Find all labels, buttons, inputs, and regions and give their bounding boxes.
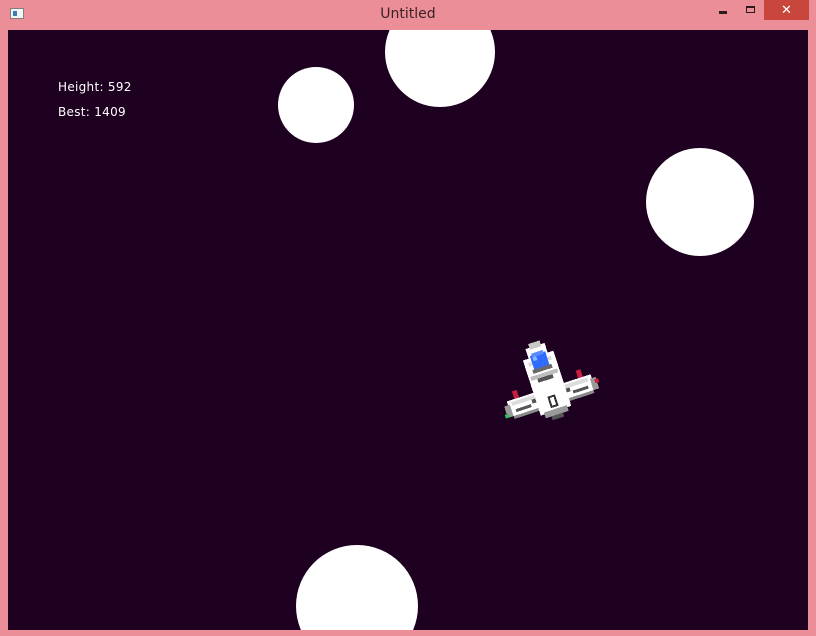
asteroid	[278, 67, 354, 143]
game-window: Untitled ✕ Height: 592 Best: 1409	[0, 0, 816, 636]
asteroid	[385, 30, 495, 107]
maximize-icon	[745, 5, 755, 13]
close-icon: ✕	[781, 2, 792, 18]
window-title: Untitled	[380, 6, 436, 22]
close-button[interactable]: ✕	[764, 0, 809, 20]
asteroid	[646, 148, 754, 256]
spaceship-sprite	[504, 340, 600, 421]
minimize-button[interactable]	[708, 0, 738, 20]
asteroid	[296, 545, 418, 630]
best-readout: Best: 1409	[58, 105, 126, 119]
height-readout: Height: 592	[58, 80, 132, 94]
maximize-button[interactable]	[737, 0, 763, 20]
title-bar[interactable]: Untitled ✕	[0, 0, 816, 30]
minimize-icon	[719, 10, 727, 14]
game-canvas[interactable]: Height: 592 Best: 1409	[8, 30, 808, 630]
